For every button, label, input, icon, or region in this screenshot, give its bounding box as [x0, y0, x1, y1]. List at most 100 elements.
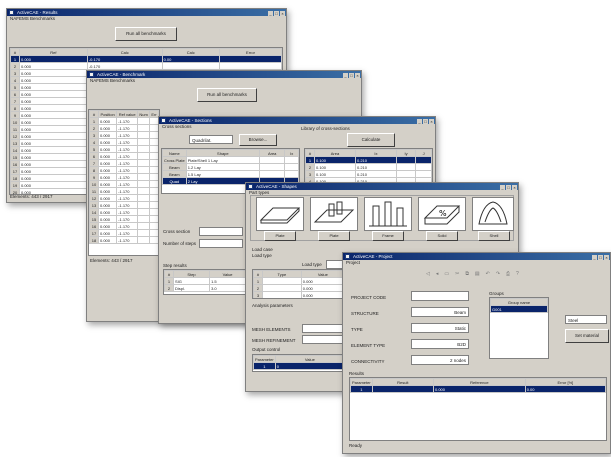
open-icon[interactable]: ◂	[436, 271, 439, 277]
table-row[interactable]: 2 0.000	[253, 284, 345, 292]
copy-icon[interactable]: ⧉	[465, 271, 469, 277]
table-row[interactable]: 14 0.000 -1.170	[89, 208, 159, 216]
element-type-field[interactable]: B2D	[411, 339, 469, 349]
cross-section-field[interactable]	[199, 227, 243, 236]
plate-shape-button[interactable]	[256, 197, 304, 231]
column-header[interactable]: Value	[274, 355, 345, 363]
close-icon[interactable]: ×	[355, 73, 360, 78]
browse-button[interactable]: Browse...	[239, 134, 277, 146]
table-row[interactable]: 10	[253, 362, 345, 370]
benchmark-grid[interactable]: # Position Ref value Num Err 1 0.000 -1.170 2 0.0…	[88, 109, 160, 256]
column-header[interactable]: Position	[97, 110, 118, 118]
shapes-window-titlebar[interactable]: ActiveCAE - Shapes _ □ ×	[246, 183, 518, 190]
paste-icon[interactable]: ▤	[475, 271, 480, 277]
table-row[interactable]: Beam 1.5 Lay	[162, 170, 299, 178]
load-grid[interactable]: # Type Value 1 0.000 2 0.000 3 0.000	[252, 269, 346, 299]
sections-menu[interactable]: Cross sections	[159, 124, 435, 130]
new-icon[interactable]: ◁	[426, 271, 430, 277]
table-row[interactable]: 1 0.000	[253, 277, 345, 285]
close-icon[interactable]: ×	[280, 11, 285, 16]
column-header[interactable]: Value	[300, 270, 345, 278]
column-header[interactable]: #	[89, 110, 99, 118]
run-benchmarks-button[interactable]: Run all benchmarks	[115, 27, 177, 41]
minimize-icon[interactable]: _	[500, 185, 505, 190]
results-window-titlebar[interactable]: ActiveCAE - Results _ □ ×	[7, 9, 286, 16]
groups-list[interactable]: Group name G001	[489, 297, 549, 359]
plate-holes-shape-button[interactable]	[310, 197, 358, 231]
help-icon[interactable]: ?	[516, 271, 519, 277]
maximize-icon[interactable]: □	[274, 11, 279, 16]
table-row[interactable]: 2 Displ. 3.0	[164, 284, 246, 292]
calculate-button[interactable]: Calculate	[347, 133, 395, 147]
table-row[interactable]: 15 0.000 -1.170	[89, 215, 159, 223]
column-header[interactable]: Step	[172, 270, 211, 278]
set-material-button[interactable]: Set material	[565, 329, 609, 343]
minimize-icon[interactable]: _	[592, 255, 597, 260]
solid-shape-label[interactable]: Solid	[426, 231, 458, 241]
solid-shape-button[interactable]: %	[418, 197, 466, 231]
column-header[interactable]: Value	[209, 270, 246, 278]
material-field[interactable]: Steel	[565, 315, 607, 324]
sections-window-titlebar[interactable]: ActiveCAE - Sections _ □ ×	[159, 117, 435, 124]
column-header[interactable]: Parameter	[253, 355, 276, 363]
print-icon[interactable]: ⎙	[506, 271, 510, 277]
redo-icon[interactable]: ↷	[496, 271, 500, 277]
column-header[interactable]: Error [%]	[524, 378, 606, 386]
table-row[interactable]: 6 0.000 -1.170	[89, 152, 159, 160]
column-header[interactable]: Name	[162, 149, 187, 157]
table-row[interactable]: 1 0.000 -1.170	[89, 117, 159, 125]
table-row[interactable]: 1 SIG 1.5	[164, 277, 246, 285]
table-row[interactable]: 12 0.000 -1.170	[89, 194, 159, 202]
mesh-refinement-field[interactable]	[302, 335, 346, 344]
column-header[interactable]: #	[10, 48, 20, 56]
shell-shape-button[interactable]	[472, 197, 514, 231]
project-results-grid[interactable]: Parameter Result Reference Error [%] 1 0.000 0…	[349, 377, 607, 441]
plate-shape-label[interactable]: Plate	[264, 231, 296, 241]
close-icon[interactable]: ×	[604, 255, 609, 260]
column-header[interactable]: Shape	[185, 149, 260, 157]
benchmark-menu[interactable]: NAFEMS Benchmarks	[87, 78, 361, 84]
plate-holes-shape-label[interactable]: Plate	[318, 231, 350, 241]
column-header[interactable]: Error	[218, 48, 282, 56]
column-header[interactable]: Area	[314, 149, 356, 157]
table-row[interactable]: 3 0.100 0.210	[305, 170, 432, 178]
column-header[interactable]: Ref value	[116, 110, 139, 118]
column-header[interactable]: Ix	[354, 149, 397, 157]
parameter-grid[interactable]: Parameter Value 1 0	[252, 354, 346, 372]
run-benchmarks-button[interactable]: Run all benchmarks	[197, 88, 257, 102]
table-row[interactable]: 1 0.100 0.210	[305, 156, 432, 164]
maximize-icon[interactable]: □	[598, 255, 603, 260]
column-header[interactable]: Calc	[161, 48, 220, 56]
column-header[interactable]: Iy	[395, 149, 417, 157]
table-row[interactable]: Cross Plate Plate/Shell 1 Lay	[162, 156, 299, 164]
table-row[interactable]: 18 0.000 -1.170	[89, 236, 159, 244]
maximize-icon[interactable]: □	[506, 185, 511, 190]
structure-field[interactable]: Beam	[411, 307, 469, 317]
table-row[interactable]: 13 0.000 -1.170	[89, 201, 159, 209]
results-menu[interactable]: NAFEMS Benchmarks	[7, 16, 286, 22]
column-header[interactable]: J	[415, 149, 432, 157]
shell-shape-label[interactable]: Shell	[478, 231, 510, 241]
column-header[interactable]: #	[253, 270, 263, 278]
table-row[interactable]: 3 0.000	[253, 291, 345, 298]
table-row[interactable]: Beam 1.2 Lay	[162, 163, 299, 171]
table-row[interactable]: 1 0.000 0.00	[350, 385, 606, 393]
column-header[interactable]: #	[164, 270, 174, 278]
save-icon[interactable]: ▭	[444, 271, 449, 277]
column-header[interactable]: Ref	[19, 48, 88, 56]
benchmark-window-titlebar[interactable]: ActiveCAE - Benchmark _ □ ×	[87, 71, 361, 78]
table-row[interactable]: 5 0.000 -1.170	[89, 145, 159, 153]
steps-field[interactable]	[199, 239, 243, 248]
table-row[interactable]: 7 0.000 -1.170	[89, 159, 159, 167]
project-menu[interactable]: Project	[343, 260, 610, 266]
table-row[interactable]: 10 0.000 -1.170	[89, 180, 159, 188]
column-header[interactable]: Num	[137, 110, 151, 118]
minimize-icon[interactable]: _	[268, 11, 273, 16]
close-icon[interactable]: ×	[429, 119, 434, 124]
table-row[interactable]: 9 0.000 -1.170	[89, 173, 159, 181]
groups-list-header[interactable]: Group name	[490, 298, 548, 306]
minimize-icon[interactable]: _	[343, 73, 348, 78]
project-window-titlebar[interactable]: ActiveCAE - Project _ □ ×	[343, 253, 610, 260]
column-header[interactable]: Type	[262, 270, 302, 278]
column-header[interactable]: Calc	[86, 48, 163, 56]
